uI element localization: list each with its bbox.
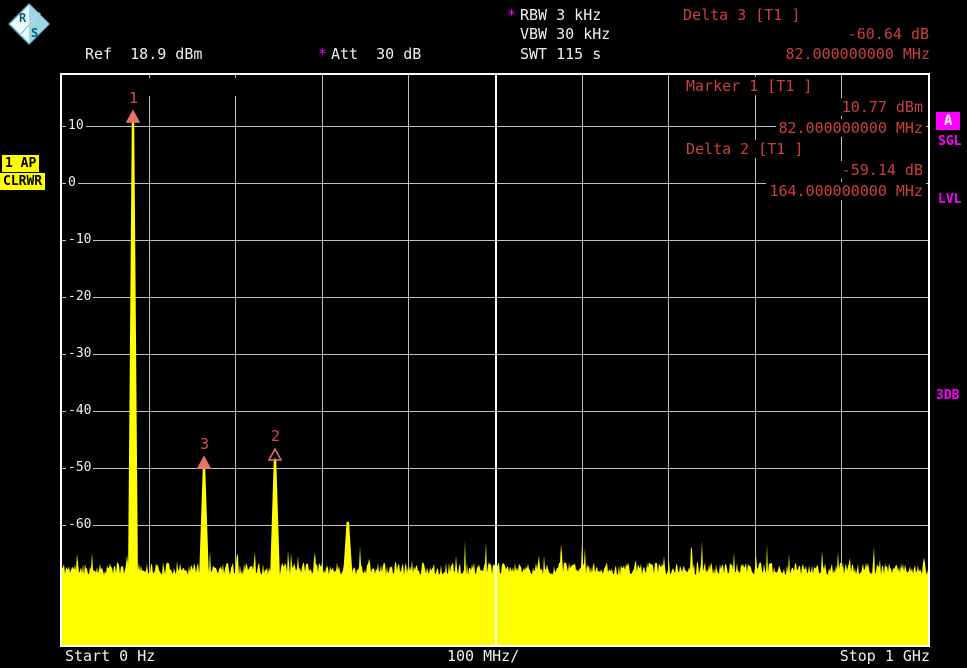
plot-frame: Offset 10.9 dB 10 0 -10 -20 -30 -40 -50 …	[60, 73, 930, 647]
y-axis-label: -30	[66, 346, 93, 361]
grid-center-vline	[495, 75, 497, 645]
att-changed-star: *	[318, 46, 327, 63]
logo-letter-r: R	[19, 11, 27, 25]
plot-area: Offset 10.9 dB 10 0 -10 -20 -30 -40 -50 …	[62, 75, 928, 645]
y-axis-label: -40	[66, 403, 93, 418]
y-axis-label: -50	[66, 460, 93, 475]
single-sweep-indicator: SGL	[938, 134, 961, 149]
y-axis-label: -20	[66, 289, 93, 304]
marker-2-icon[interactable]	[268, 446, 282, 465]
delta3-frequency: 82.000000000 MHz	[786, 46, 931, 63]
delta3-value: -60.64 dB	[848, 26, 929, 43]
marker-1-icon[interactable]	[126, 108, 140, 127]
delta2-frequency: 164.000000000 MHz	[766, 182, 926, 200]
marker1-frequency: 82.000000000 MHz	[776, 119, 927, 137]
start-frequency-label: Start 0 Hz	[65, 648, 155, 665]
marker-1-label: 1	[129, 90, 138, 106]
rbw-changed-star: *	[507, 7, 516, 24]
rs-logo: R S	[8, 3, 50, 45]
screen-a-badge: A	[936, 112, 960, 130]
rbw-label: RBW 3 kHz	[520, 7, 601, 24]
y-axis-label: -10	[66, 232, 93, 247]
marker-2-label: 2	[271, 428, 280, 444]
attenuation-label: Att 30 dB	[331, 46, 421, 63]
span-per-div-label: 100 MHz/	[447, 648, 519, 665]
marker-3-icon[interactable]	[197, 454, 211, 473]
swt-label: SWT 115 s	[520, 46, 601, 63]
logo-letter-s: S	[31, 26, 38, 40]
delta2-title: Delta 2 [T1 ]	[683, 140, 806, 158]
marker-3-label: 3	[200, 436, 209, 452]
ref-level-label: Ref 18.9 dBm	[85, 46, 202, 63]
delta3-title: Delta 3 [T1 ]	[683, 7, 800, 24]
trace1-write-badge: CLRWR	[0, 173, 45, 190]
marker1-value: 10.77 dBm	[839, 98, 926, 116]
threedb-indicator: 3DB	[936, 388, 959, 403]
y-axis-label: 10	[66, 118, 86, 133]
vbw-label: VBW 30 kHz	[520, 26, 610, 43]
level-indicator: LVL	[938, 192, 961, 207]
y-axis-label: -60	[66, 517, 93, 532]
y-axis-label: 0	[66, 175, 78, 190]
trace1-mode-badge: 1 AP	[2, 155, 39, 172]
stop-frequency-label: Stop 1 GHz	[840, 648, 930, 665]
delta2-value: -59.14 dB	[839, 161, 926, 179]
marker1-title: Marker 1 [T1 ]	[683, 77, 815, 95]
spectrum-analyzer-screen: R S Ref 18.9 dBm * Att 30 dB * RBW 3 kHz…	[0, 0, 967, 668]
